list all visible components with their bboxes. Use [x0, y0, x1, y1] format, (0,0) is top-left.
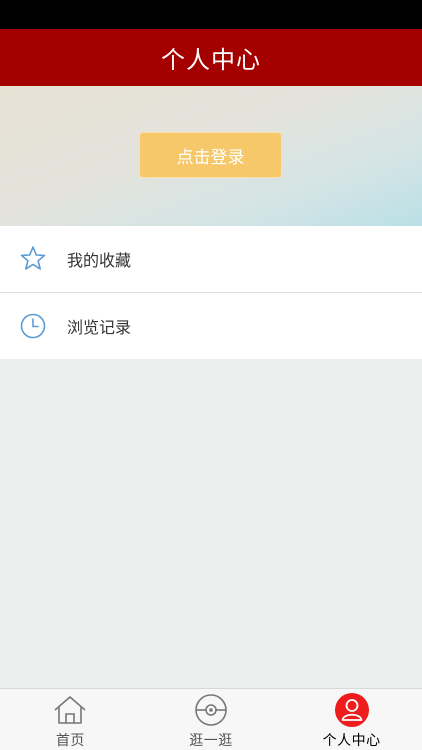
page-title: 个人中心: [161, 46, 261, 74]
menu-item-label: 浏览记录: [67, 318, 132, 337]
menu-list: 我的收藏 浏览记录: [0, 226, 422, 359]
home-icon: [54, 696, 86, 724]
status-bar: [0, 0, 422, 29]
menu-item-history[interactable]: 浏览记录: [0, 292, 422, 359]
tab-label: 首页: [55, 733, 85, 749]
login-button[interactable]: 点击登录: [139, 132, 282, 178]
user-icon: [334, 693, 369, 727]
clock-icon: [20, 313, 46, 339]
tab-bar: 首页 逛一逛 个人中心: [0, 688, 422, 750]
nav-bar: 个人中心: [0, 29, 422, 86]
tab-label: 个人中心: [322, 733, 381, 749]
tab-label: 逛一逛: [189, 733, 233, 749]
profile-banner: 点击登录: [0, 86, 422, 226]
tab-explore[interactable]: 逛一逛: [141, 689, 282, 750]
tab-home[interactable]: 首页: [0, 689, 141, 750]
pokeball-icon: [195, 694, 227, 726]
tab-profile[interactable]: 个人中心: [281, 689, 422, 750]
star-icon: [20, 246, 46, 270]
menu-item-favorites[interactable]: 我的收藏: [0, 226, 422, 292]
menu-item-label: 我的收藏: [67, 251, 132, 270]
